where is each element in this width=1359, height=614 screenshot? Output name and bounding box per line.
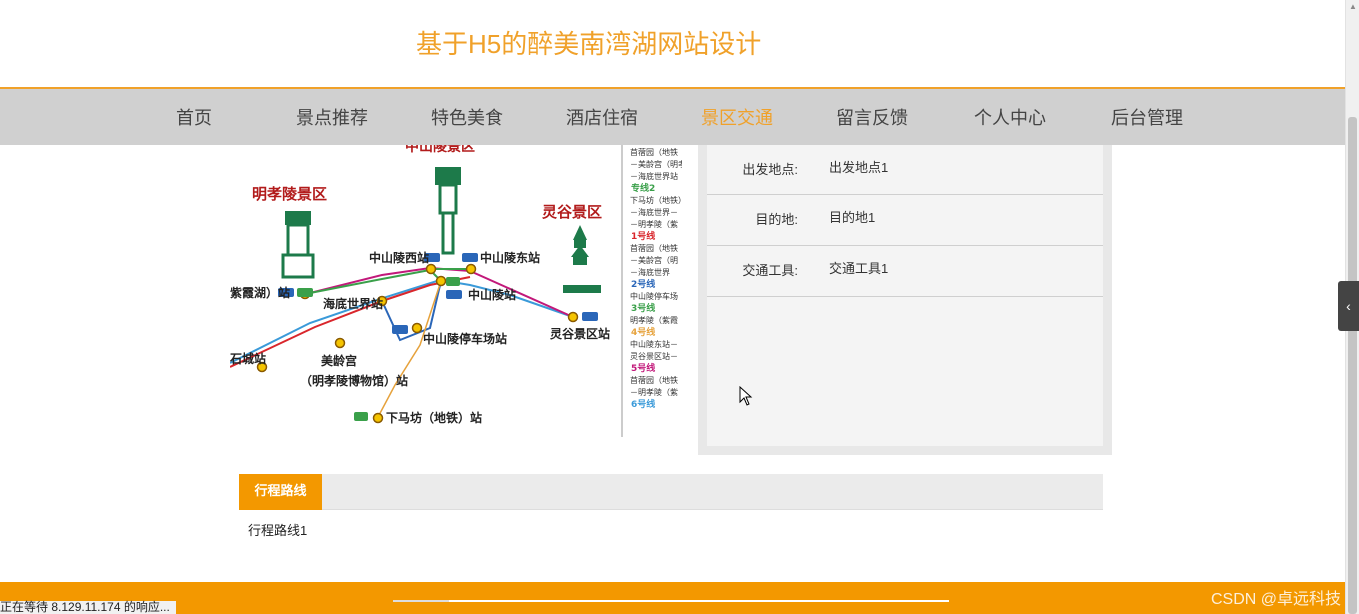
nav-item-hotels[interactable]: 酒店住宿 xyxy=(566,104,638,130)
browser-status-text: 正在等待 8.129.11.174 的响应... xyxy=(0,601,176,614)
map-station-label: 紫霞湖）站 xyxy=(230,285,290,300)
legend-note: －明孝陵（紫 xyxy=(630,388,678,397)
vehicle-value: 交通工具1 xyxy=(829,261,889,276)
tab-route[interactable]: 行程路线 xyxy=(239,474,322,510)
departure-value: 出发地点1 xyxy=(829,160,889,175)
main-nav: 首页 景点推荐 特色美食 酒店住宿 景区交通 留言反馈 个人中心 后台管理 xyxy=(0,87,1345,145)
legend-note: 苜蓿园（地铁 xyxy=(630,243,678,253)
legend-line-label: 4号线 xyxy=(631,326,655,338)
side-collapse-button[interactable]: ‹ xyxy=(1338,281,1359,331)
detail-tabbar: 行程路线 xyxy=(239,474,1103,510)
legend-line-label: 2号线 xyxy=(631,278,655,290)
site-title: 基于H5的醉美南湾湖网站设计 xyxy=(416,29,762,59)
loading-progress-track xyxy=(393,600,449,602)
map-station-label: 中山陵停车场站 xyxy=(423,331,507,346)
scroll-up-arrow-icon[interactable]: ▲ xyxy=(1349,2,1357,11)
legend-line-label: 5号线 xyxy=(631,362,655,374)
departure-label: 出发地点: xyxy=(742,162,798,177)
nav-item-home[interactable]: 首页 xyxy=(176,104,212,130)
legend-line-label: 1号线 xyxy=(631,230,655,242)
transport-map: 中山陵景区 明孝陵景区 灵谷景区 中山陵西站 中山陵东站 中山陵站 海底世界站 … xyxy=(230,145,682,437)
legend-line-label: 6号线 xyxy=(631,398,655,410)
site-header: 基于H5的醉美南湾湖网站设计 xyxy=(0,0,1345,87)
legend-note: －海底世界－ xyxy=(630,207,678,217)
nav-item-transport[interactable]: 景区交通 xyxy=(701,104,773,130)
vehicle-label: 交通工具: xyxy=(742,263,798,278)
info-row-destination: 目的地: 目的地1 xyxy=(707,195,1103,246)
map-station-label: 中山陵东站 xyxy=(480,250,540,265)
legend-note: 中山陵停车场 xyxy=(630,291,678,301)
route-content: 行程路线1 xyxy=(248,523,308,538)
map-station-label: 中山陵西站 xyxy=(369,250,429,265)
map-label-top-area: 中山陵景区 xyxy=(405,145,475,155)
watermark: CSDN @卓远科技 xyxy=(1210,591,1341,608)
legend-note: －美龄宫（明 xyxy=(630,255,678,265)
loading-progress-bar xyxy=(449,600,949,602)
legend-note: －明孝陵（紫 xyxy=(630,220,678,229)
legend-note: －海底世界站 xyxy=(630,171,678,181)
map-station-label: 灵谷景区站 xyxy=(550,326,610,341)
legend-note: 明孝陵（紫霞 xyxy=(630,316,678,325)
transport-info-card: 出发地点: 出发地点1 目的地: 目的地1 交通工具: 交通工具1 xyxy=(707,145,1103,446)
legend-note: 中山陵东站－ xyxy=(630,339,678,349)
map-station-label: 石城站 xyxy=(230,351,266,366)
transport-info-panel: 出发地点: 出发地点1 目的地: 目的地1 交通工具: 交通工具1 xyxy=(698,145,1112,455)
nav-item-attractions[interactable]: 景点推荐 xyxy=(296,104,368,130)
map-station-label: （明孝陵博物馆）站 xyxy=(300,373,408,388)
legend-note: 苜蓿园（地铁 xyxy=(630,375,678,385)
legend-line-label: 专线2 xyxy=(631,182,655,194)
info-row-departure: 出发地点: 出发地点1 xyxy=(707,145,1103,195)
legend-note: 下马坊（地铁） xyxy=(630,195,682,205)
destination-value: 目的地1 xyxy=(829,210,876,225)
map-station-label: 下马坊（地铁）站 xyxy=(386,410,482,425)
destination-label: 目的地: xyxy=(755,212,798,227)
legend-note: －美龄宫（明孝 xyxy=(630,159,682,169)
map-label-left-area: 明孝陵景区 xyxy=(252,185,327,203)
site-footer xyxy=(0,582,1345,614)
map-station-label: 美龄宫 xyxy=(321,353,357,368)
map-label-right-area: 灵谷景区 xyxy=(542,203,602,221)
nav-item-profile[interactable]: 个人中心 xyxy=(974,104,1046,130)
map-station-label: 海底世界站 xyxy=(323,296,383,311)
info-row-vehicle: 交通工具: 交通工具1 xyxy=(707,246,1103,297)
legend-note: 苜蓿园（地铁 xyxy=(630,147,678,157)
legend-note: －海底世界 xyxy=(630,267,670,277)
nav-item-feedback[interactable]: 留言反馈 xyxy=(836,104,908,130)
scroll-thumb[interactable] xyxy=(1348,117,1357,614)
nav-item-admin[interactable]: 后台管理 xyxy=(1111,104,1183,130)
legend-note: 灵谷景区站－ xyxy=(630,351,678,361)
map-station-label: 中山陵站 xyxy=(468,287,516,302)
legend-line-label: 3号线 xyxy=(631,302,655,314)
mouse-cursor-icon xyxy=(739,385,753,411)
nav-item-food[interactable]: 特色美食 xyxy=(431,104,503,130)
chevron-left-icon: ‹ xyxy=(1346,298,1351,314)
transport-map-image: 中山陵景区 明孝陵景区 灵谷景区 中山陵西站 中山陵东站 中山陵站 海底世界站 … xyxy=(230,145,682,437)
